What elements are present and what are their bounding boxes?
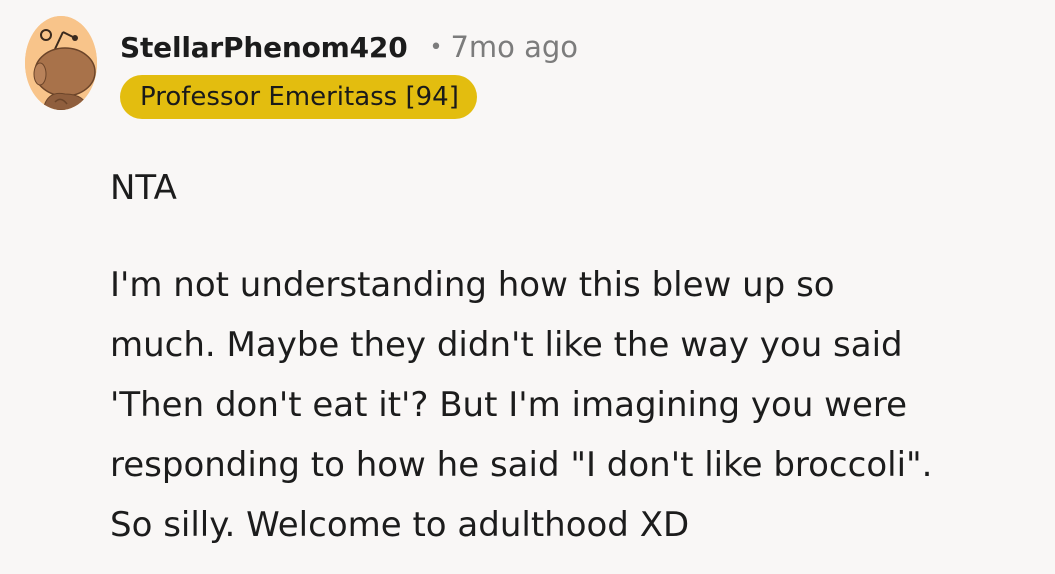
verdict-text: NTA [110,168,177,208]
snoo-avatar-icon [25,16,97,110]
comment-header: StellarPhenom420 • 7mo ago [120,25,578,69]
timestamp[interactable]: 7mo ago [450,30,578,64]
comment: StellarPhenom420 • 7mo ago Professor Eme… [0,0,1055,574]
body-line: So silly. Welcome to adulthood XD [110,505,690,545]
avatar[interactable] [25,16,97,110]
comment-body: NTA I'm not understanding how this blew … [110,158,1030,555]
body-line: responding to how he said "I don't like … [110,445,933,485]
body-line: 'Then don't eat it'? But I'm imagining y… [110,385,908,425]
body-line: much. Maybe they didn't like the way you… [110,325,903,365]
username-link[interactable]: StellarPhenom420 [120,31,408,64]
separator-dot: • [429,34,443,60]
body-line: I'm not understanding how this blew up s… [110,265,835,305]
user-flair: Professor Emeritass [94] [120,75,477,119]
